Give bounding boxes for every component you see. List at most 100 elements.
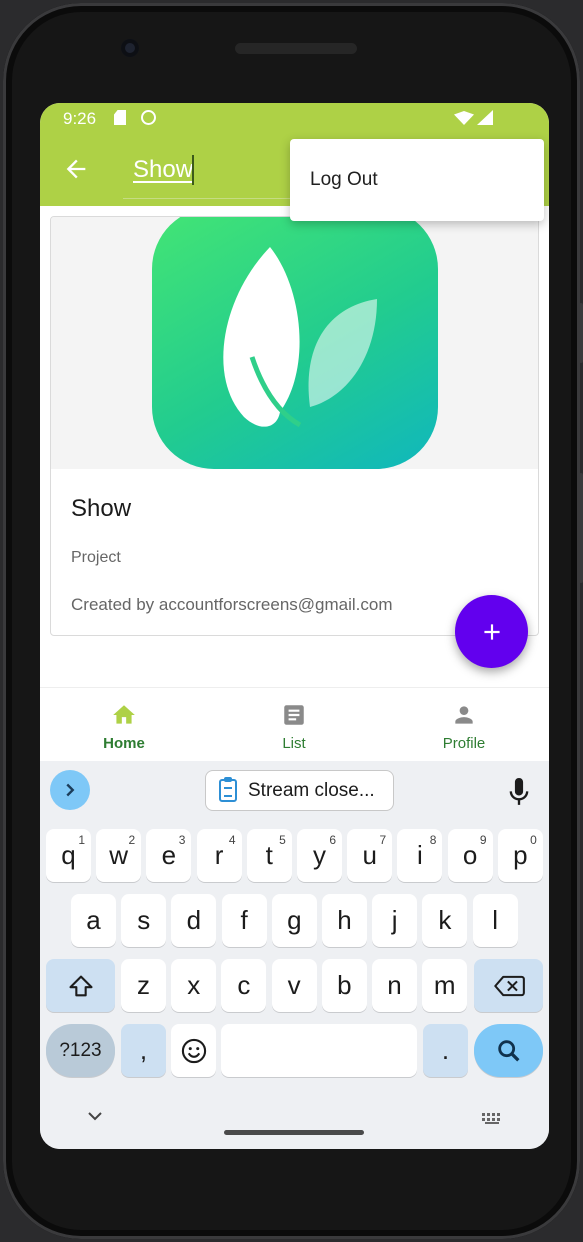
key-x[interactable]: x — [171, 959, 217, 1012]
space-key[interactable] — [221, 1024, 417, 1077]
project-title: Show — [71, 495, 132, 522]
key-label: l — [492, 905, 498, 935]
status-time: 9:26 — [63, 109, 97, 128]
search-icon — [497, 1039, 519, 1061]
key-d[interactable]: d — [171, 894, 217, 947]
key-label: j — [391, 905, 398, 935]
nav-label-list: List — [282, 735, 306, 752]
key-z[interactable]: z — [121, 959, 166, 1012]
plus-icon — [483, 623, 500, 640]
key-h[interactable]: h — [322, 894, 367, 947]
key-label: u — [362, 840, 377, 870]
period-key[interactable]: . — [423, 1024, 468, 1077]
text-caret — [192, 155, 194, 185]
chevron-right-icon — [66, 783, 75, 797]
key-label: q — [61, 840, 76, 870]
comma-key[interactable]: , — [121, 1024, 166, 1077]
key-hint: 7 — [379, 833, 387, 847]
key-label: p — [513, 840, 528, 870]
back-button[interactable] — [62, 155, 90, 183]
key-a[interactable]: a — [71, 894, 116, 947]
search-key[interactable] — [474, 1024, 543, 1077]
backspace-icon — [493, 975, 525, 996]
symbols-key[interactable]: ?123 — [46, 1024, 115, 1077]
key-q[interactable]: q1 — [46, 829, 91, 882]
key-label: h — [337, 905, 352, 935]
screen: 9:26 Show Log Out Show Project Created b… — [40, 103, 549, 1149]
key-label: y — [313, 840, 326, 870]
sd-card-icon — [114, 110, 126, 125]
key-s[interactable]: s — [121, 894, 167, 947]
title-input[interactable]: Show — [123, 149, 293, 199]
clipboard-suggestion-text: Stream close... — [248, 780, 375, 801]
key-w[interactable]: w2 — [96, 829, 142, 882]
key-label: x — [187, 970, 201, 1000]
sync-icon — [141, 110, 156, 125]
key-b[interactable]: b — [321, 959, 367, 1012]
key-c[interactable]: c — [221, 959, 267, 1012]
key-f[interactable]: f — [221, 894, 267, 947]
key-t[interactable]: t5 — [246, 829, 292, 882]
key-o[interactable]: o9 — [447, 829, 493, 882]
key-label: f — [240, 905, 248, 935]
title-input-value: Show — [133, 156, 194, 183]
key-e[interactable]: e3 — [146, 829, 192, 882]
key-label: , — [139, 1035, 148, 1065]
overflow-menu: Log Out — [290, 139, 544, 221]
wifi-icon — [454, 111, 474, 125]
project-card[interactable]: Show Project Created by accountforscreen… — [50, 216, 539, 636]
key-m[interactable]: m — [422, 959, 468, 1012]
key-l[interactable]: l — [472, 894, 518, 947]
gesture-navigation-bar[interactable] — [224, 1130, 364, 1135]
status-bar: 9:26 — [40, 103, 549, 133]
voice-input-button[interactable] — [505, 775, 533, 809]
add-project-button[interactable] — [455, 595, 528, 668]
key-hint: 1 — [78, 833, 85, 847]
key-hint: 9 — [479, 833, 487, 847]
key-u[interactable]: u7 — [347, 829, 393, 882]
clipboard-suggestion-chip[interactable]: Stream close... — [205, 770, 394, 811]
key-p[interactable]: p0 — [497, 829, 543, 882]
project-author: Created by accountforscreens@gmail.com — [71, 595, 393, 614]
key-label: g — [287, 905, 302, 935]
backspace-key[interactable] — [474, 959, 543, 1012]
keyboard-switch-icon[interactable] — [482, 1113, 504, 1125]
key-r[interactable]: r4 — [196, 829, 242, 882]
person-icon — [455, 706, 473, 724]
list-icon — [284, 705, 304, 725]
key-label: c — [237, 970, 251, 1000]
menu-item-log-out[interactable]: Log Out — [310, 169, 378, 191]
key-i[interactable]: i8 — [397, 829, 443, 882]
key-label: i — [417, 840, 423, 870]
key-hint: 6 — [329, 833, 336, 847]
emoji-key[interactable] — [171, 1024, 216, 1077]
nav-label-home: Home — [103, 735, 145, 752]
clipboard-icon — [219, 777, 237, 802]
key-v[interactable]: v — [271, 959, 317, 1012]
key-k[interactable]: k — [422, 894, 468, 947]
key-g[interactable]: g — [271, 894, 317, 947]
key-label: . — [441, 1035, 450, 1065]
key-hint: 4 — [228, 833, 236, 847]
nav-item-list[interactable]: List — [234, 688, 354, 762]
key-label: w — [109, 840, 129, 870]
front-camera — [121, 39, 139, 57]
hide-keyboard-icon[interactable] — [85, 1109, 105, 1123]
key-j[interactable]: j — [372, 894, 418, 947]
nav-item-profile[interactable]: Profile — [404, 688, 524, 762]
key-label: s — [137, 905, 151, 935]
volume-button — [579, 303, 583, 363]
signal-icon — [477, 110, 493, 125]
key-hint: 2 — [128, 833, 136, 847]
key-n[interactable]: n — [372, 959, 417, 1012]
keyboard-expand-button[interactable] — [50, 770, 90, 810]
nav-item-home[interactable]: Home — [64, 688, 184, 762]
key-label: n — [387, 970, 402, 1000]
shift-key[interactable] — [46, 959, 115, 1012]
key-label: k — [438, 905, 452, 935]
key-label: m — [433, 970, 456, 1000]
key-label: a — [86, 905, 101, 935]
microphone-icon — [509, 778, 529, 805]
key-y[interactable]: y6 — [297, 829, 342, 882]
project-type: Project — [71, 549, 121, 566]
